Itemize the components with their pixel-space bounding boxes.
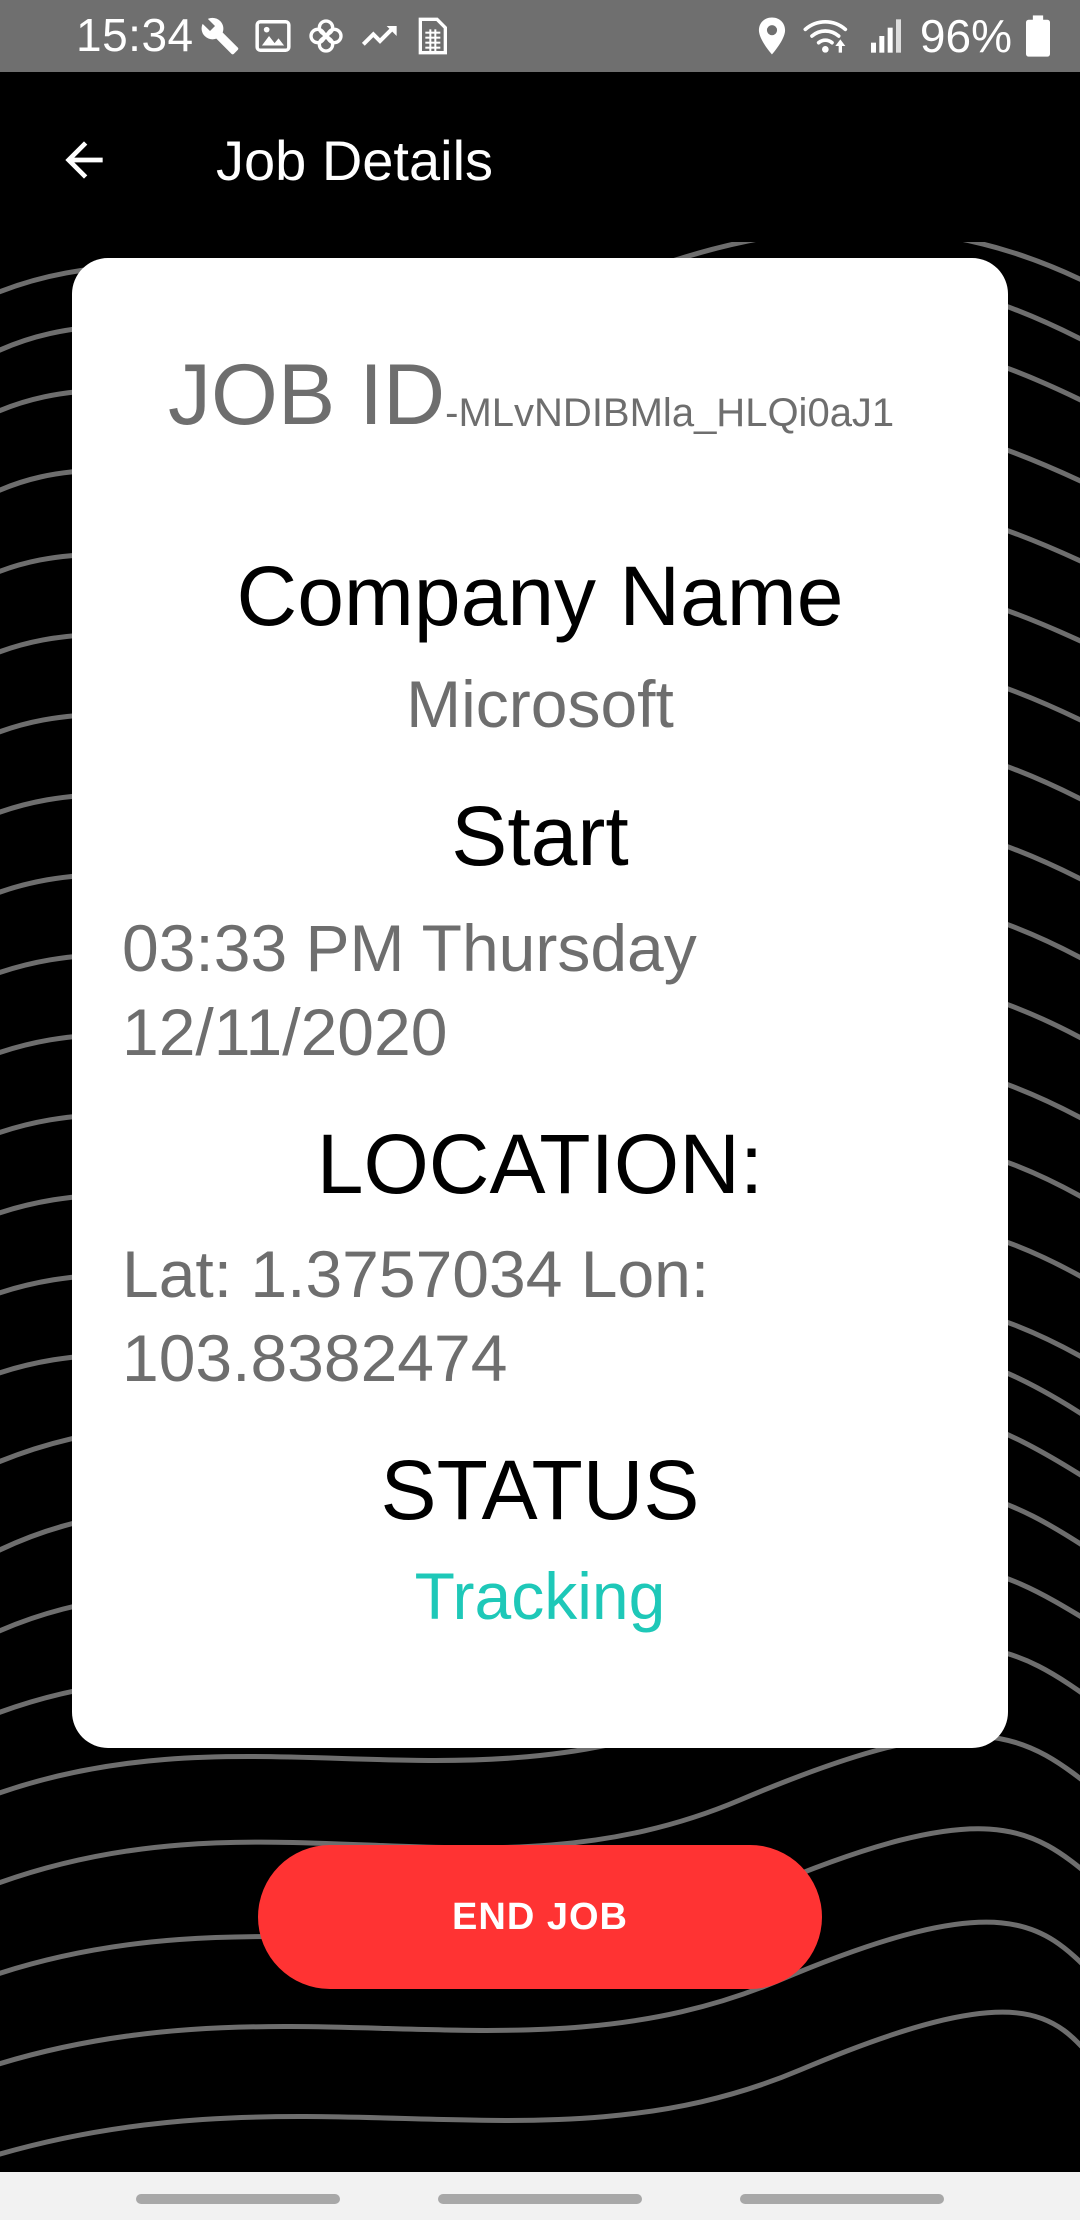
- nav-back-button[interactable]: [740, 2194, 944, 2204]
- job-details-card: JOB ID-MLvNDIBMla_HLQi0aJ1 Company Name …: [72, 258, 1008, 1748]
- start-date: 12/11/2020: [122, 995, 448, 1069]
- pinwheel-icon: [306, 16, 346, 56]
- location-value: Lat: 1.3757034 Lon: 103.8382474: [122, 1232, 962, 1400]
- notification-icons: [200, 14, 450, 58]
- location-icon: [756, 16, 788, 56]
- status-heading: STATUS: [380, 1443, 700, 1537]
- location-heading: LOCATION:: [316, 1117, 764, 1211]
- wifi-icon: [802, 16, 852, 56]
- arrow-left-icon: [56, 132, 112, 193]
- job-id-value: -MLvNDIBMla_HLQi0aJ1: [445, 391, 895, 435]
- trending-icon: [360, 16, 400, 56]
- screen: 15:34 96% Job Details JOB ID-MLvNDIBMla_…: [0, 0, 1080, 2220]
- wrench-icon: [200, 16, 240, 56]
- status-bar: 15:34 96%: [0, 0, 1080, 72]
- nav-home-button[interactable]: [438, 2194, 642, 2204]
- company-value: Microsoft: [406, 667, 674, 741]
- battery-percent: 96%: [919, 10, 1012, 62]
- company-heading: Company Name: [236, 549, 844, 643]
- end-job-button[interactable]: END JOB: [258, 1845, 822, 1989]
- app-bar: Job Details: [0, 72, 1080, 242]
- start-heading: Start: [451, 789, 629, 883]
- start-value: 03:33 PM Thursday 12/11/2020: [122, 906, 962, 1074]
- signal-icon: [866, 16, 906, 56]
- location-lon-value: 103.8382474: [122, 1321, 508, 1395]
- system-icons: 96%: [756, 10, 1050, 62]
- start-time: 03:33 PM Thursday: [122, 911, 697, 985]
- page-title: Job Details: [216, 129, 494, 192]
- data-saver-icon: [414, 16, 450, 56]
- image-icon: [254, 17, 292, 55]
- status-value: Tracking: [414, 1559, 666, 1633]
- back-button[interactable]: [44, 122, 124, 202]
- nav-recents-button[interactable]: [136, 2194, 340, 2204]
- navigation-bar: [0, 2172, 1080, 2220]
- battery-icon: [1026, 15, 1050, 57]
- job-id: JOB ID-MLvNDIBMla_HLQi0aJ1: [168, 346, 894, 445]
- job-id-label: JOB ID: [168, 347, 446, 443]
- location-lat-lon: Lat: 1.3757034 Lon:: [122, 1237, 710, 1311]
- status-time: 15:34: [76, 9, 194, 61]
